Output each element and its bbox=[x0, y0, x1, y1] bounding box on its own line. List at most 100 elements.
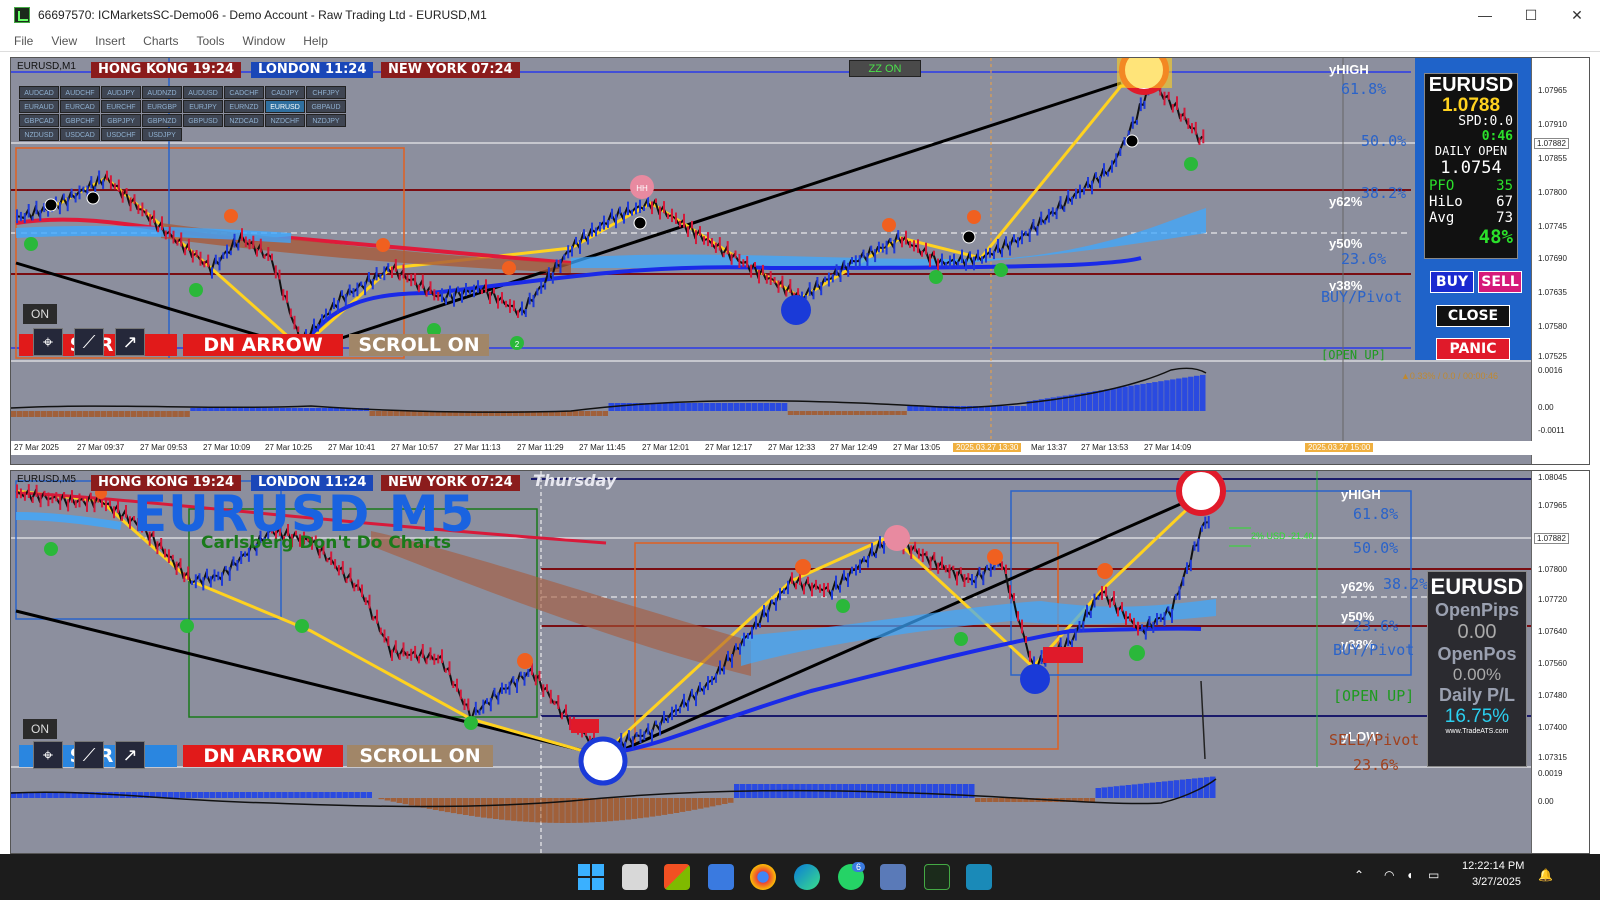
current-price-tag: 1.07882 bbox=[1534, 533, 1569, 544]
pair-button-gbpcad[interactable]: GBPCAD bbox=[19, 114, 59, 127]
notepad-icon[interactable] bbox=[880, 864, 906, 890]
pair-button-nzdchf[interactable]: NZDCHF bbox=[265, 114, 305, 127]
menu-file[interactable]: File bbox=[14, 34, 33, 48]
pair-button-eurchf[interactable]: EURCHF bbox=[101, 100, 141, 113]
candle bbox=[90, 176, 93, 189]
candle bbox=[512, 676, 515, 683]
pair-button-nzdjpy[interactable]: NZDJPY bbox=[306, 114, 346, 127]
clock-date[interactable]: 3/27/2025 bbox=[1472, 876, 1521, 888]
candle bbox=[425, 658, 428, 665]
crosshair-icon[interactable]: ⌖ bbox=[33, 328, 63, 356]
menu-charts[interactable]: Charts bbox=[143, 34, 178, 48]
pair-button-nzdcad[interactable]: NZDCAD bbox=[224, 114, 264, 127]
pair-button-eurgbp[interactable]: EURGBP bbox=[142, 100, 182, 113]
battery-icon[interactable]: ▭ bbox=[1428, 868, 1439, 882]
menu-view[interactable]: View bbox=[51, 34, 77, 48]
pair-button-audusd[interactable]: AUDUSD bbox=[183, 86, 223, 99]
histogram-bar bbox=[1008, 406, 1015, 411]
files-icon[interactable] bbox=[708, 864, 734, 890]
pair-button-gbpnzd[interactable]: GBPNZD bbox=[142, 114, 182, 127]
notification-bell-icon[interactable]: 🔔 bbox=[1538, 868, 1553, 882]
pair-button-eurusd[interactable]: EURUSD bbox=[265, 100, 305, 113]
trendline-up bbox=[310, 81, 1122, 350]
pair-button-audchf[interactable]: AUDCHF bbox=[60, 86, 100, 99]
histogram-bar bbox=[214, 408, 220, 411]
candle bbox=[703, 236, 705, 245]
menu-insert[interactable]: Insert bbox=[95, 34, 125, 48]
pair-button-gbpjpy[interactable]: GBPJPY bbox=[101, 114, 141, 127]
start-icon[interactable] bbox=[578, 864, 604, 890]
histogram-bar bbox=[267, 408, 274, 411]
store-icon[interactable] bbox=[664, 864, 690, 890]
menu-help[interactable]: Help bbox=[303, 34, 328, 48]
histogram-bar bbox=[166, 411, 172, 417]
zz-toggle-button[interactable]: ZZ ON bbox=[849, 60, 921, 77]
candle bbox=[465, 283, 467, 297]
pair-button-eurjpy[interactable]: EURJPY bbox=[183, 100, 223, 113]
maximize-button[interactable]: ☐ bbox=[1508, 0, 1554, 30]
pair-button-nzdusd[interactable]: NZDUSD bbox=[19, 128, 59, 141]
wifi-icon[interactable]: ◠ bbox=[1384, 868, 1394, 882]
candle bbox=[722, 252, 725, 258]
scroll-on-button[interactable]: SCROLL ON bbox=[347, 745, 493, 767]
dn-arrow-button[interactable]: DN ARROW bbox=[183, 334, 343, 356]
histogram-bar bbox=[932, 784, 939, 798]
candle bbox=[78, 493, 81, 508]
minimize-button[interactable]: — bbox=[1462, 0, 1508, 30]
task-view-icon[interactable] bbox=[622, 864, 648, 890]
trendline-icon[interactable]: ↗ bbox=[115, 741, 145, 769]
histogram-bar bbox=[913, 406, 919, 411]
histogram-bar bbox=[321, 408, 328, 411]
candle bbox=[481, 289, 483, 294]
chrome-icon[interactable] bbox=[750, 864, 776, 890]
menu-window[interactable]: Window bbox=[243, 34, 286, 48]
speaker-icon[interactable]: ◖ bbox=[1406, 868, 1413, 882]
price-tick: 1.07560 bbox=[1538, 659, 1567, 668]
dn-arrow-button[interactable]: DN ARROW bbox=[183, 745, 343, 767]
candle bbox=[519, 671, 522, 677]
pair-button-audjpy[interactable]: AUDJPY bbox=[101, 86, 141, 99]
pair-button-usdjpy[interactable]: USDJPY bbox=[142, 128, 182, 141]
app-icon[interactable] bbox=[966, 864, 992, 890]
level-sell-pivot: SELL/Pivot bbox=[1329, 731, 1420, 749]
clock-time[interactable]: 12:22:14 PM bbox=[1462, 860, 1524, 872]
chevron-up-icon[interactable]: ⌃ bbox=[1354, 868, 1364, 882]
pair-button-audnzd[interactable]: AUDNZD bbox=[142, 86, 182, 99]
edge-icon[interactable] bbox=[794, 864, 820, 890]
sell-button[interactable]: SELL bbox=[1478, 271, 1522, 293]
metatrader-taskbar-icon[interactable] bbox=[924, 864, 950, 890]
pair-button-audcad[interactable]: AUDCAD bbox=[19, 86, 59, 99]
chart-window-m5[interactable]: EURUSD,M5 HONG KONG 19:24 LONDON 11:24 N… bbox=[10, 470, 1590, 854]
ruler-icon[interactable]: ⟋ bbox=[74, 328, 104, 356]
candle bbox=[213, 569, 216, 582]
candle bbox=[278, 269, 281, 280]
pair-button-gbpaud[interactable]: GBPAUD bbox=[306, 100, 346, 113]
panic-button[interactable]: PANIC bbox=[1436, 338, 1510, 360]
pair-button-chfjpy[interactable]: CHFJPY bbox=[306, 86, 346, 99]
close-window-button[interactable]: ✕ bbox=[1554, 0, 1600, 30]
on-toggle-button[interactable]: ON bbox=[23, 719, 57, 739]
candle bbox=[779, 588, 781, 601]
candle bbox=[383, 266, 386, 281]
pair-button-cadjpy[interactable]: CADJPY bbox=[265, 86, 305, 99]
ruler-icon[interactable]: ⟋ bbox=[74, 741, 104, 769]
chart-window-m1[interactable]: HH 2 EURUSD,M1 HONG KONG 19:24 LONDON 11… bbox=[10, 57, 1590, 465]
pair-button-gbpchf[interactable]: GBPCHF bbox=[60, 114, 100, 127]
pair-button-euraud[interactable]: EURAUD bbox=[19, 100, 59, 113]
pair-button-eurnzd[interactable]: EURNZD bbox=[224, 100, 264, 113]
buy-button[interactable]: BUY bbox=[1430, 271, 1474, 293]
candle bbox=[417, 284, 420, 293]
menu-tools[interactable]: Tools bbox=[197, 34, 225, 48]
pair-button-eurcad[interactable]: EURCAD bbox=[60, 100, 100, 113]
pair-button-usdchf[interactable]: USDCHF bbox=[101, 128, 141, 141]
level-buy-pivot: BUY/Pivot bbox=[1333, 641, 1415, 659]
pair-button-cadchf[interactable]: CADCHF bbox=[224, 86, 264, 99]
scroll-on-button[interactable]: SCROLL ON bbox=[349, 334, 489, 356]
on-toggle-button[interactable]: ON bbox=[23, 304, 57, 324]
pair-button-gbpusd[interactable]: GBPUSD bbox=[183, 114, 223, 127]
candle bbox=[429, 281, 432, 295]
pair-button-usdcad[interactable]: USDCAD bbox=[60, 128, 100, 141]
close-button[interactable]: CLOSE bbox=[1436, 305, 1510, 327]
crosshair-icon[interactable]: ⌖ bbox=[33, 741, 63, 769]
trendline-icon[interactable]: ↗ bbox=[115, 328, 145, 356]
